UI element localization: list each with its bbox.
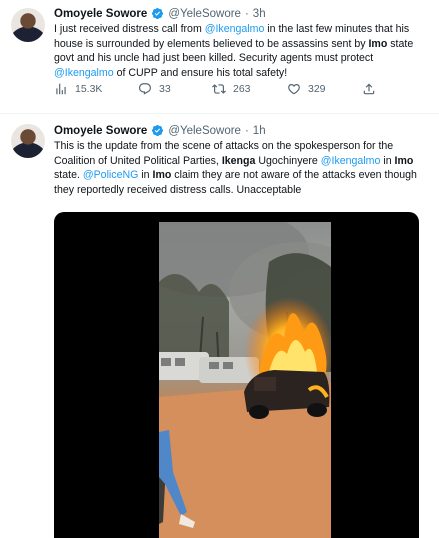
text-segment: in (138, 169, 153, 182)
verified-badge-icon (152, 7, 164, 20)
tweet-header: Omoyele Sowore @YeleSowore · 1h (54, 124, 266, 137)
tweet-2[interactable]: Omoyele Sowore @YeleSowore · 1h This is … (0, 114, 439, 538)
verified-badge-icon (152, 124, 164, 137)
author-name[interactable]: Omoyele Sowore (54, 8, 147, 20)
tweet-text: I just received distress call from @Iken… (54, 22, 424, 80)
tweet-text: This is the update from the scene of att… (54, 139, 424, 197)
share-button[interactable] (362, 82, 376, 96)
burning-car-scene (159, 222, 331, 538)
text-segment-bold: Imo (368, 37, 388, 50)
views-button[interactable]: 15.3K (54, 82, 102, 96)
tweet-time[interactable]: 1h (253, 125, 266, 137)
author-name[interactable]: Omoyele Sowore (54, 125, 147, 137)
retweet-button[interactable]: 263 (212, 82, 251, 96)
separator-dot: · (244, 7, 249, 20)
avatar[interactable] (11, 8, 45, 42)
text-segment: Ugochinyere (255, 154, 321, 167)
retweet-icon (212, 84, 226, 94)
text-segment-bold: Ikenga (221, 154, 256, 167)
text-segment-bold: Imo (394, 154, 414, 167)
text-segment-bold: Imo (152, 169, 172, 182)
reply-button[interactable]: 33 (138, 82, 171, 96)
reply-count: 33 (159, 83, 171, 95)
separator-dot: · (244, 124, 249, 137)
tweet-header: Omoyele Sowore @YeleSowore · 3h (54, 7, 266, 20)
video-frame (159, 222, 331, 538)
views-count: 15.3K (75, 83, 103, 95)
text-segment: of CUPP and ensure his total safety! (113, 66, 288, 79)
mention-link[interactable]: @PoliceNG (83, 169, 139, 181)
like-button[interactable]: 329 (287, 82, 326, 96)
text-segment: in (380, 154, 395, 167)
text-segment: I just received distress call from (54, 23, 205, 35)
mention-link[interactable]: @Ikengalmo (321, 155, 381, 167)
text-segment: state. (54, 169, 83, 182)
reply-icon (139, 83, 151, 95)
author-handle[interactable]: @YeleSowore (168, 8, 241, 20)
mention-link[interactable]: @Ikengalmo (205, 23, 265, 35)
views-icon (56, 83, 66, 95)
retweet-count: 263 (233, 83, 251, 95)
author-handle[interactable]: @YeleSowore (168, 125, 241, 137)
tweet-time[interactable]: 3h (253, 8, 266, 20)
share-icon (363, 83, 375, 95)
like-count: 329 (308, 83, 326, 95)
like-icon (288, 84, 300, 95)
video-player[interactable] (54, 212, 419, 538)
tweet-1[interactable]: Omoyele Sowore @YeleSowore · 3h I just r… (0, 0, 439, 114)
avatar[interactable] (11, 124, 45, 158)
mention-link[interactable]: @Ikengalmo (54, 67, 114, 79)
